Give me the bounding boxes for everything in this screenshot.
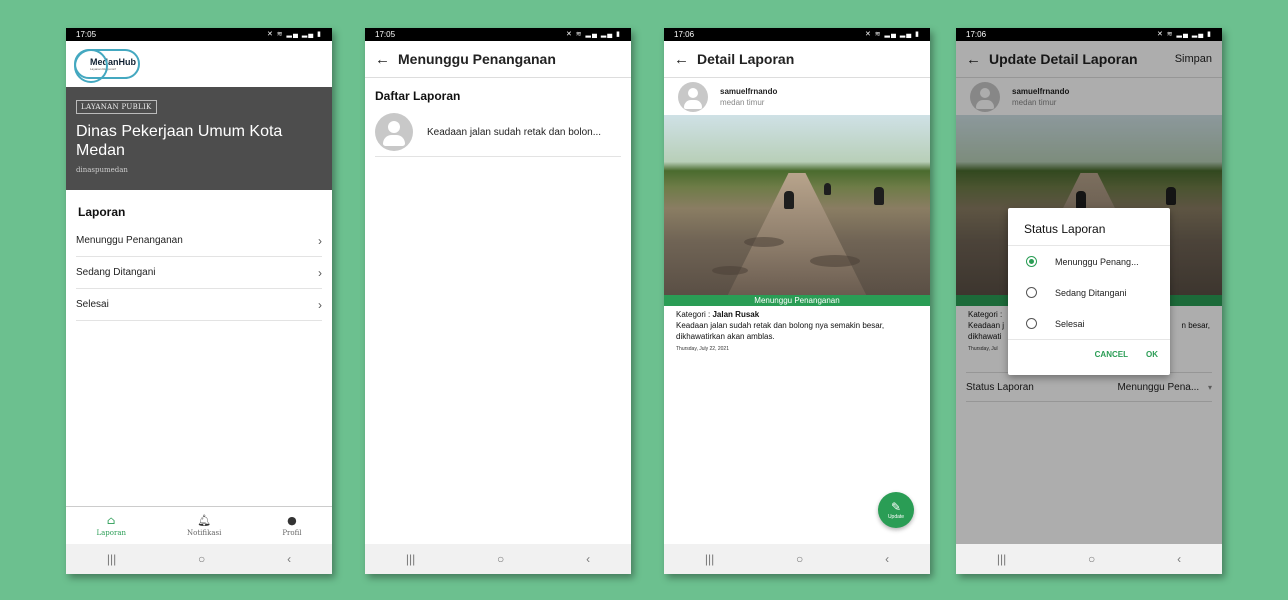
logo-bar: MedanHub Layanan Responsif xyxy=(66,41,332,87)
agency-title: Dinas Pekerjaan Umum Kota Medan xyxy=(76,123,283,159)
report-date: Thursday, July 22, 2021 xyxy=(676,346,729,352)
radio-option-selesai[interactable]: Selesai xyxy=(1008,308,1170,339)
nav-notifikasi[interactable]: 🔔︎ Notifikasi xyxy=(187,514,221,537)
phone-report-detail: 17:06 ✕ ≋ ▂▄ ▂▄ ▮ ← Detail Laporan samue… xyxy=(664,28,930,574)
nav-label: Profil xyxy=(282,529,302,537)
radio-option-menunggu[interactable]: Menunggu Penang... xyxy=(1008,246,1170,277)
status-time: 17:06 xyxy=(674,30,695,39)
dialog-title: Status Laporan xyxy=(1008,208,1170,246)
radio-unchecked-icon xyxy=(1026,287,1037,298)
phone-home-screen: 17:05 ✕ ≋ ▂▄ ▂▄ ▮ MedanHub Layanan Respo… xyxy=(66,28,332,574)
nav-label: Laporan xyxy=(96,529,127,537)
report-description: Keadaan jalan sudah retak dan bolong nya… xyxy=(676,321,885,341)
system-nav-bar: ||| ○ ‹ xyxy=(66,544,332,574)
status-time: 17:06 xyxy=(966,30,987,39)
menu-icon[interactable]: ||| xyxy=(705,552,714,566)
logo-name: MedanHub xyxy=(90,57,136,67)
menu-item-selesai[interactable]: Selesai › xyxy=(76,289,322,321)
nav-laporan[interactable]: ⌂ Laporan xyxy=(96,514,126,537)
report-list-item[interactable]: Keadaan jalan sudah retak dan bolon... xyxy=(375,109,621,157)
bottom-navigation: ⌂ Laporan 🔔︎ Notifikasi ● Profil xyxy=(66,506,332,544)
menu-item-menunggu[interactable]: Menunggu Penanganan › xyxy=(76,225,322,257)
status-bar: 17:06 ✕ ≋ ▂▄ ▂▄ ▮ xyxy=(664,28,930,41)
status-badge: Menunggu Penanganan xyxy=(664,295,930,306)
home-circle-icon[interactable]: ○ xyxy=(497,552,504,566)
medanhub-logo: MedanHub Layanan Responsif xyxy=(74,49,140,83)
radio-label: Menunggu Penang... xyxy=(1055,256,1139,267)
agency-handle: dinaspumedan xyxy=(76,166,128,174)
system-nav-bar: ||| ○ ‹ xyxy=(664,544,930,574)
status-time: 17:05 xyxy=(76,30,97,39)
back-icon[interactable]: ‹ xyxy=(885,552,889,566)
hero-tag: LAYANAN PUBLIK xyxy=(76,100,157,114)
home-icon: ⌂ xyxy=(107,514,116,527)
menu-item-label: Menunggu Penanganan xyxy=(76,235,183,246)
home-circle-icon[interactable]: ○ xyxy=(1088,552,1095,566)
person-icon: ● xyxy=(287,514,297,527)
fab-label: Update xyxy=(887,513,905,520)
status-bar: 17:05 ✕ ≋ ▂▄ ▂▄ ▮ xyxy=(66,28,332,41)
radio-option-sedang[interactable]: Sedang Ditangani xyxy=(1008,277,1170,308)
back-icon[interactable]: ‹ xyxy=(586,552,590,566)
chevron-right-icon: › xyxy=(318,265,322,280)
arrow-left-icon[interactable]: ← xyxy=(375,51,390,68)
avatar xyxy=(678,81,708,112)
agency-hero: LAYANAN PUBLIK Dinas Pekerjaan Umum Kota… xyxy=(66,87,332,190)
bell-icon: 🔔︎ xyxy=(197,514,212,527)
logo-tagline: Layanan Responsif xyxy=(90,67,116,71)
section-title: Laporan xyxy=(78,205,126,219)
reporter-name: samuelfrnando xyxy=(720,86,778,96)
status-icons: ✕ ≋ ▂▄ ▂▄ ▮ xyxy=(864,31,920,38)
pencil-icon: ✎ xyxy=(890,499,902,514)
status-icons: ✕ ≋ ▂▄ ▂▄ ▮ xyxy=(565,31,621,38)
nav-profil[interactable]: ● Profil xyxy=(282,514,301,537)
cancel-button[interactable]: CANCEL xyxy=(1095,350,1128,359)
report-details: Kategori : Jalan Rusak Keadaan jalan sud… xyxy=(664,306,930,358)
status-icons: ✕ ≋ ▂▄ ▂▄ ▮ xyxy=(1156,31,1212,38)
page-title: Menunggu Penanganan xyxy=(398,51,556,67)
ok-button[interactable]: OK xyxy=(1146,350,1158,359)
app-bar: ← Menunggu Penanganan xyxy=(365,41,631,78)
back-icon[interactable]: ‹ xyxy=(287,552,291,566)
menu-icon[interactable]: ||| xyxy=(406,552,415,566)
report-summary: Keadaan jalan sudah retak dan bolon... xyxy=(427,126,602,138)
chevron-right-icon: › xyxy=(318,233,322,248)
reporter-location: medan timur xyxy=(720,97,765,107)
dialog-actions: CANCEL OK xyxy=(1008,339,1170,359)
status-bar: 17:06 ✕ ≋ ▂▄ ▂▄ ▮ xyxy=(956,28,1222,41)
update-fab-button[interactable]: ✎ Update xyxy=(878,492,914,528)
menu-icon[interactable]: ||| xyxy=(107,552,116,566)
avatar xyxy=(375,113,413,151)
radio-checked-icon xyxy=(1026,256,1037,267)
home-circle-icon[interactable]: ○ xyxy=(198,552,205,566)
home-circle-icon[interactable]: ○ xyxy=(796,552,803,566)
kategori-row: Kategori : Jalan Rusak xyxy=(676,309,918,320)
menu-item-sedang[interactable]: Sedang Ditangani › xyxy=(76,257,322,289)
menu-item-label: Selesai xyxy=(76,299,109,310)
list-title: Daftar Laporan xyxy=(375,89,461,103)
menu-item-label: Sedang Ditangani xyxy=(76,267,156,278)
reporter-row: samuelfrnando medan timur xyxy=(664,78,930,115)
back-icon[interactable]: ‹ xyxy=(1177,552,1181,566)
kategori-value: Jalan Rusak xyxy=(712,310,760,319)
radio-label: Selesai xyxy=(1055,318,1085,329)
status-icons: ✕ ≋ ▂▄ ▂▄ ▮ xyxy=(266,31,322,38)
page-title: Detail Laporan xyxy=(697,51,795,67)
nav-label: Notifikasi xyxy=(187,529,222,537)
radio-unchecked-icon xyxy=(1026,318,1037,329)
chevron-right-icon: › xyxy=(318,297,322,312)
app-bar: ← Detail Laporan xyxy=(664,41,930,78)
status-time: 17:05 xyxy=(375,30,396,39)
system-nav-bar: ||| ○ ‹ xyxy=(365,544,631,574)
status-dialog: Status Laporan Menunggu Penang... Sedang… xyxy=(1008,208,1170,375)
kategori-label: Kategori : xyxy=(676,310,711,319)
system-nav-bar: ||| ○ ‹ xyxy=(956,544,1222,574)
phone-update-detail: 17:06 ✕ ≋ ▂▄ ▂▄ ▮ ← Update Detail Lapora… xyxy=(956,28,1222,574)
report-photo xyxy=(664,115,930,295)
arrow-left-icon[interactable]: ← xyxy=(674,51,689,68)
status-bar: 17:05 ✕ ≋ ▂▄ ▂▄ ▮ xyxy=(365,28,631,41)
radio-label: Sedang Ditangani xyxy=(1055,287,1127,298)
phone-report-list: 17:05 ✕ ≋ ▂▄ ▂▄ ▮ ← Menunggu Penanganan … xyxy=(365,28,631,574)
menu-icon[interactable]: ||| xyxy=(997,552,1006,566)
